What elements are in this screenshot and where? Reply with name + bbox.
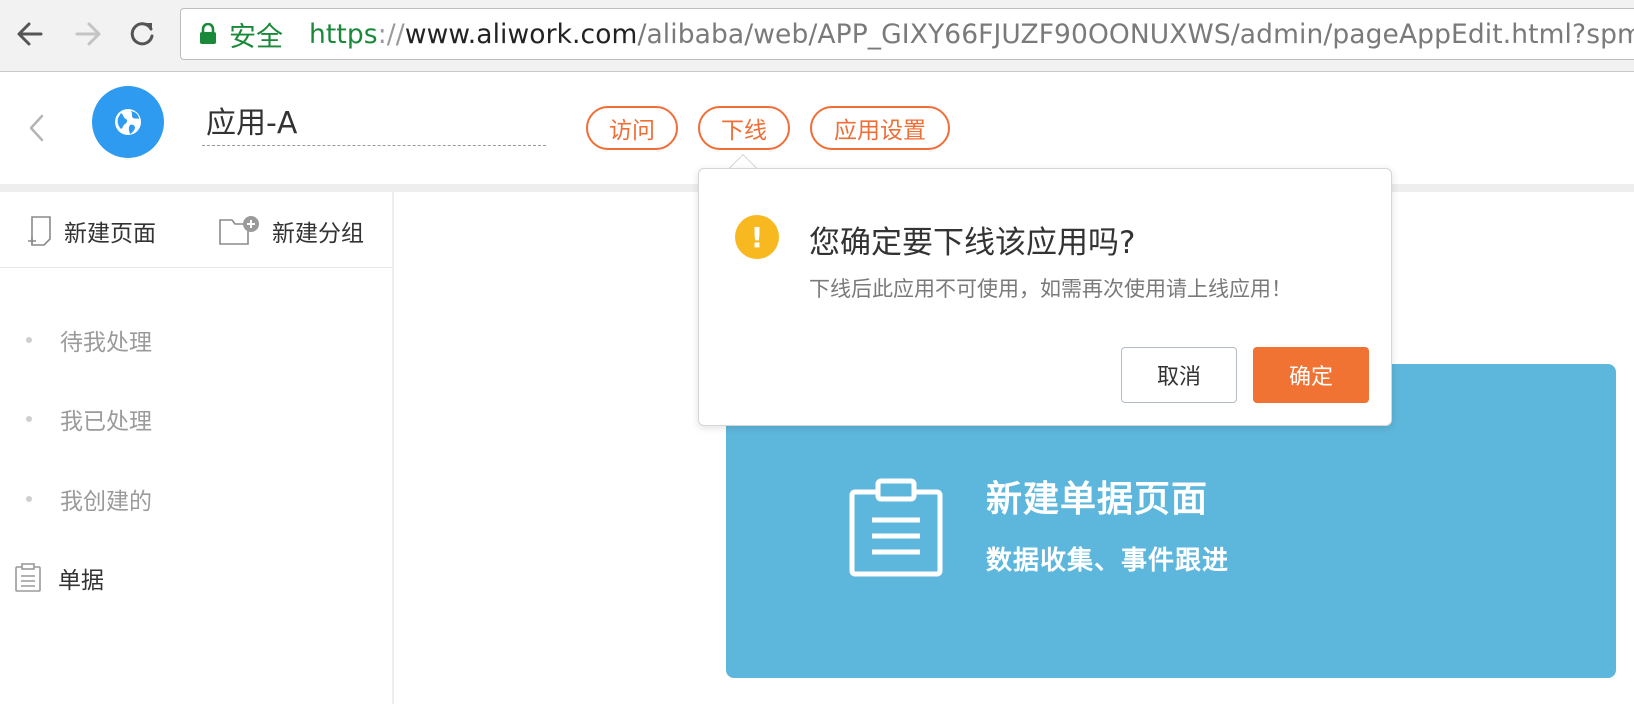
- sidebar-item-label: 待我处理: [60, 330, 152, 356]
- card-title: 新建单据页面: [986, 479, 1209, 520]
- confirm-button[interactable]: 确定: [1253, 347, 1369, 403]
- bullet-dot-icon: [26, 416, 32, 422]
- sidebar-item-label: 我创建的: [60, 489, 152, 515]
- bullet-dot-icon: [26, 496, 32, 502]
- url-separator: ://: [377, 18, 405, 50]
- clipboard-icon: [15, 563, 41, 592]
- new-group-button[interactable]: 新建分组: [218, 214, 364, 248]
- app-logo: [92, 86, 164, 158]
- lock-icon: [199, 22, 217, 45]
- arrow-left-icon: [17, 22, 43, 46]
- popover-title: 您确定要下线该应用吗?: [809, 225, 1136, 261]
- clipboard-icon: [849, 478, 943, 577]
- url-path: /alibaba/web/APP_GIXY66FJUZF90OONUXWS/ad…: [637, 18, 1634, 50]
- offline-button[interactable]: 下线: [698, 106, 790, 150]
- app-name-input[interactable]: 应用-A: [202, 104, 546, 146]
- secure-label: 安全: [229, 21, 283, 53]
- address-bar[interactable]: 安全 https://www.aliwork.com/alibaba/web/A…: [180, 8, 1634, 60]
- sidebar-item-pending[interactable]: 待我处理: [0, 320, 392, 360]
- visit-button[interactable]: 访问: [586, 106, 678, 150]
- browser-toolbar: 安全 https://www.aliwork.com/alibaba/web/A…: [0, 0, 1634, 72]
- new-folder-icon: [219, 216, 259, 245]
- cancel-button[interactable]: 取消: [1121, 347, 1237, 403]
- browser-forward-button[interactable]: [70, 16, 106, 52]
- popover-description: 下线后此应用不可使用，如需再次使用请上线应用！: [809, 277, 1292, 301]
- browser-back-button[interactable]: [12, 16, 48, 52]
- header-back-button[interactable]: [22, 110, 52, 146]
- url-protocol: https: [309, 18, 378, 50]
- card-subtitle: 数据收集、事件跟进: [986, 546, 1230, 576]
- sidebar-item-forms[interactable]: 单据: [0, 558, 392, 598]
- app-settings-button[interactable]: 应用设置: [810, 106, 950, 150]
- sidebar-actions: 新建页面 新建分组: [0, 192, 392, 268]
- arrow-right-icon: [75, 22, 101, 46]
- new-page-icon: [28, 216, 51, 246]
- sidebar-item-label: 我已处理: [60, 409, 152, 435]
- browser-reload-button[interactable]: [124, 16, 160, 52]
- new-page-button[interactable]: 新建页面: [26, 214, 156, 248]
- warning-icon: !: [735, 215, 779, 259]
- sidebar-item-processed[interactable]: 我已处理: [0, 399, 392, 439]
- new-page-label: 新建页面: [64, 221, 156, 247]
- offline-confirm-popover: ! 您确定要下线该应用吗? 下线后此应用不可使用，如需再次使用请上线应用！ 取消…: [698, 168, 1392, 426]
- new-group-label: 新建分组: [272, 221, 364, 247]
- sidebar-item-label: 单据: [58, 568, 104, 594]
- reload-icon: [130, 22, 154, 46]
- chevron-left-icon: [29, 114, 44, 142]
- sidebar: 新建页面 新建分组 待我处理 我已处理 我创建的 单据: [0, 192, 394, 704]
- bullet-dot-icon: [26, 337, 32, 343]
- url-text: https://www.aliwork.com/alibaba/web/APP_…: [309, 19, 1634, 50]
- url-host: www.aliwork.com: [404, 18, 638, 50]
- globe-icon: [115, 109, 141, 135]
- sidebar-item-created[interactable]: 我创建的: [0, 479, 392, 519]
